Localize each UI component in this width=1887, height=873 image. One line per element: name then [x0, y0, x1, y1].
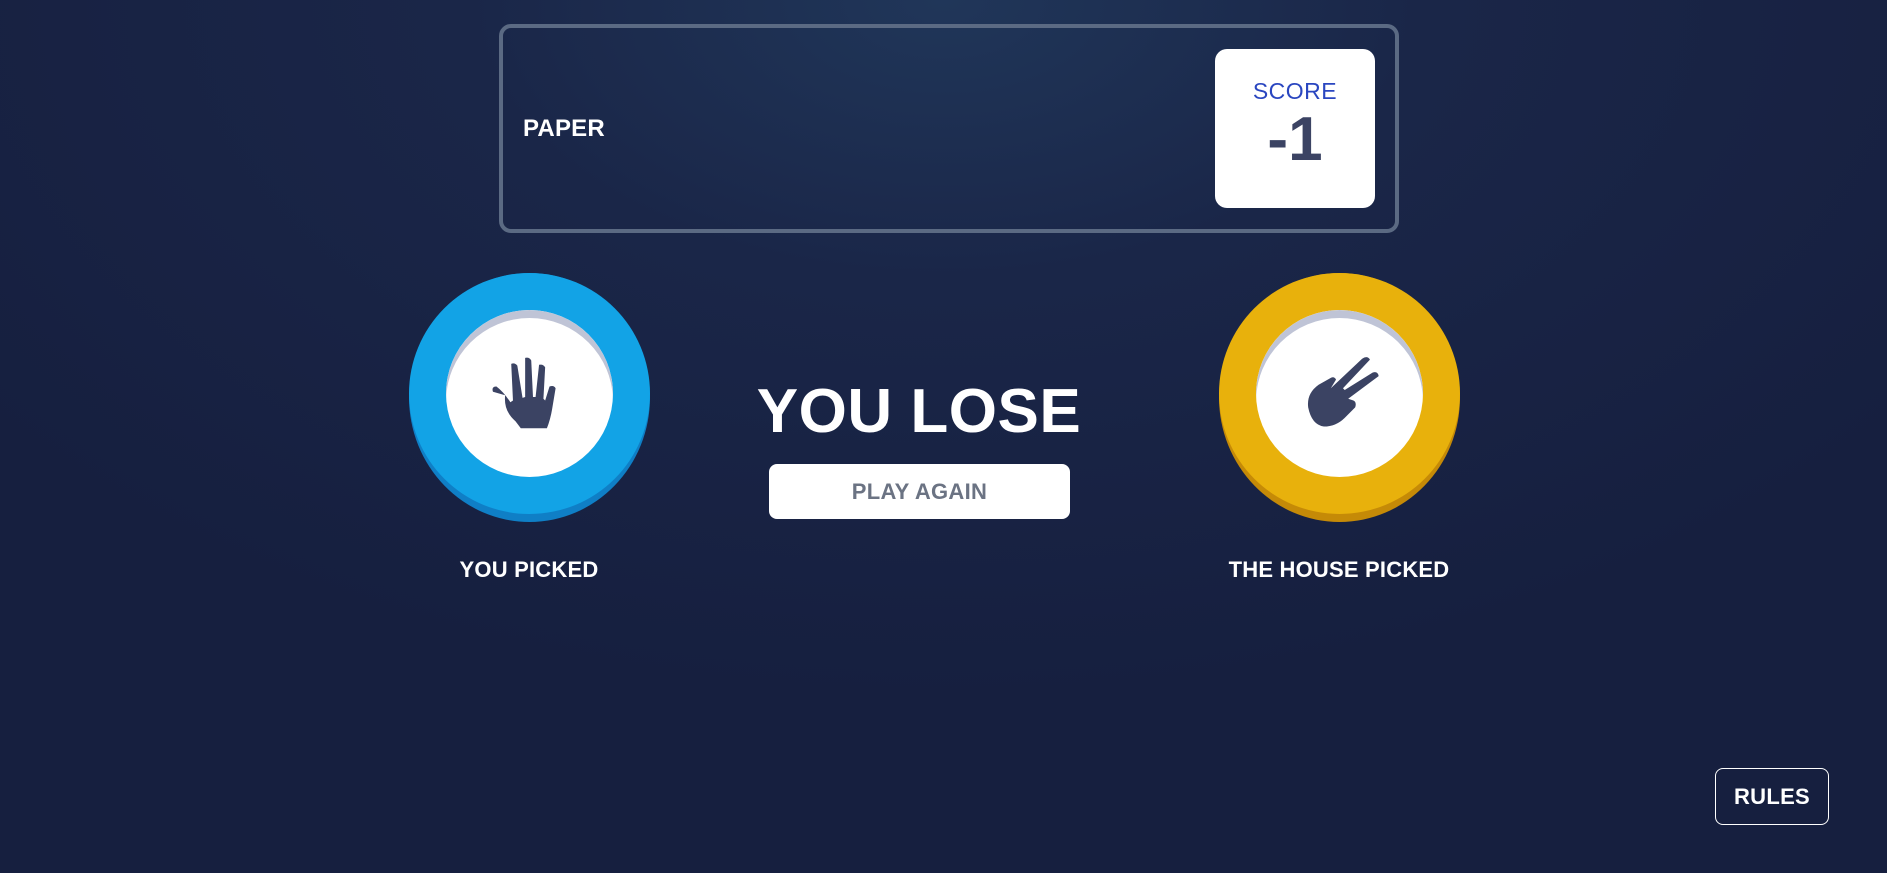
rules-button[interactable]: RULES [1715, 768, 1829, 825]
house-choice-scissors-chip [1219, 273, 1460, 522]
chip-inner [446, 310, 613, 477]
score-label: SCORE [1252, 78, 1338, 104]
scoreboard-header: PAPER SCORE -1 [499, 24, 1399, 233]
score-value: -1 [1267, 105, 1323, 174]
play-again-button[interactable]: PLAY AGAIN [769, 464, 1070, 519]
hand-scissors-icon [1307, 357, 1379, 427]
house-picked-label: THE HOUSE PICKED [1228, 557, 1450, 582]
player-choice-paper-chip [409, 273, 650, 522]
game-title: PAPER [523, 114, 605, 142]
chip-inner [1256, 310, 1423, 477]
score-box: SCORE -1 [1215, 49, 1375, 208]
result-text: YOU LOSE [756, 377, 1082, 446]
hand-paper-icon [492, 357, 556, 429]
you-picked-label: YOU PICKED [459, 557, 599, 582]
